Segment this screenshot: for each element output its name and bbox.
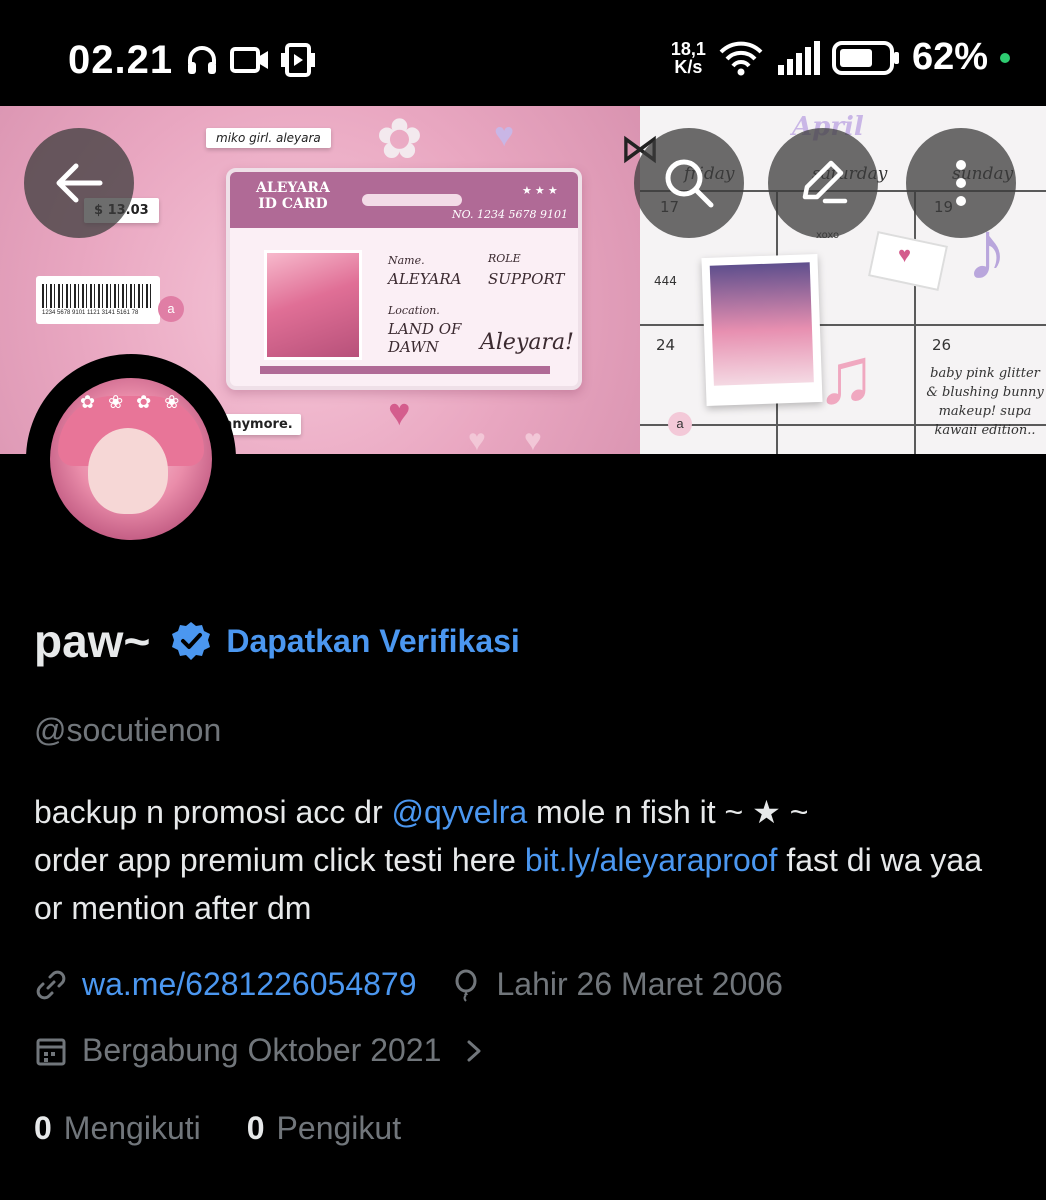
id-card-header: ALEYARA ID CARD ★ ★ ★ NO. 1234 5678 9101	[230, 172, 578, 228]
signal-icon	[777, 40, 820, 75]
followers-label: Pengikut	[276, 1110, 402, 1146]
heart-decoration: ♥	[898, 242, 912, 267]
screen-record-icon	[281, 43, 315, 77]
edit-icon	[802, 160, 848, 204]
id-role-value: SUPPORT	[488, 270, 565, 288]
more-options-button[interactable]	[906, 128, 1016, 238]
banner-a-mark: a	[158, 296, 184, 322]
following-count: 0	[34, 1110, 52, 1146]
bio-mention-link[interactable]: @qyvelra	[392, 794, 528, 830]
edit-button[interactable]	[768, 128, 878, 238]
id-card-photo	[264, 250, 362, 360]
search-button[interactable]	[634, 128, 744, 238]
video-camera-icon	[230, 47, 268, 73]
link-icon	[36, 970, 66, 999]
battery-icon	[831, 40, 899, 75]
id-card-bar	[260, 366, 550, 374]
profile-bio: backup n promosi acc dr @qyvelra mole n …	[34, 788, 1014, 932]
status-icons-right: 18,1 K/s 62%	[671, 36, 1010, 79]
calendar-grid-line	[640, 324, 1046, 326]
calendar-note: baby pink glitter & blushing bunny makeu…	[926, 366, 1044, 438]
verified-badge-icon[interactable]	[170, 620, 212, 662]
back-button[interactable]	[24, 128, 134, 238]
heart-decoration: ♥	[468, 424, 486, 454]
id-name-value: ALEYARA	[388, 270, 462, 288]
id-card-title-text: ALEYARA ID CARD	[256, 180, 330, 212]
battery-percent: 62%	[911, 36, 988, 78]
calendar-number: 26	[932, 336, 952, 354]
follow-stats: 0 Mengikuti 0 Pengikut	[34, 1110, 401, 1147]
calendar-number: 24	[656, 336, 676, 354]
id-location-label: Location.	[388, 304, 440, 317]
notification-dot	[1000, 52, 1010, 63]
network-speed: 18,1 K/s	[671, 40, 706, 76]
user-handle: @socutienon	[34, 712, 222, 748]
banner-polaroid	[701, 254, 823, 406]
calendar-number: 444	[654, 274, 677, 288]
calendar-grid-line	[914, 190, 916, 454]
get-verified-link[interactable]: Dapatkan Verifikasi	[226, 623, 519, 660]
status-bar: 02.21 18,1 K/s 62%	[0, 0, 1046, 106]
followers-count: 0	[246, 1110, 265, 1146]
id-card-title: ALEYARA ID CARD	[256, 180, 330, 212]
banner-barcode: 1234 5678 9101 1121 3141 5161 78	[36, 276, 160, 324]
calendar-a-mark: a	[668, 412, 692, 436]
headset-icon	[188, 46, 216, 74]
bio-text: backup n promosi acc dr	[34, 794, 392, 830]
bio-text: order app premium click testi here	[34, 842, 525, 878]
avatar-ring: ✿ ❀ ✿ ❀	[26, 354, 236, 564]
id-role-label: ROLE	[488, 252, 521, 265]
birthday-text: Lahir 26 Maret 2006	[496, 966, 783, 1002]
calendar-icon	[36, 1038, 66, 1065]
search-icon	[665, 159, 714, 208]
chevron-right-icon	[467, 1040, 481, 1061]
id-card: ALEYARA ID CARD ★ ★ ★ NO. 1234 5678 9101…	[226, 168, 582, 390]
clover-decoration: ✿	[376, 107, 423, 170]
id-signature: Aleyara!	[480, 330, 574, 355]
music-note-decoration: ♫	[816, 331, 876, 420]
network-speed-value: 18,1	[670, 38, 706, 59]
profile-name-row: paw~ Dapatkan Verifikasi	[34, 614, 520, 668]
profile-joined-row[interactable]: Bergabung Oktober 2021	[34, 1032, 489, 1069]
avatar[interactable]: ✿ ❀ ✿ ❀	[50, 378, 212, 540]
id-card-stars: ★ ★ ★	[522, 185, 558, 197]
display-name: paw~	[34, 615, 151, 667]
id-card-pill	[362, 194, 462, 206]
id-card-number: NO. 1234 5678 9101	[452, 208, 568, 221]
heart-decoration: ♥	[494, 116, 515, 154]
arrow-left-icon	[56, 163, 103, 203]
avatar-flowers: ✿ ❀ ✿ ❀	[80, 392, 184, 412]
bio-url-link[interactable]: bit.ly/aleyaraproof	[525, 842, 778, 878]
wifi-icon	[719, 41, 763, 75]
banner-tag-top: miko girl. aleyara	[206, 128, 331, 148]
bio-text: mole n fish it ~ ★ ~	[527, 794, 809, 830]
profile-meta-row: wa.me/6281226054879 Lahir 26 Maret 2006	[34, 966, 783, 1003]
network-speed-unit: K/s	[674, 56, 703, 77]
followers-stat[interactable]: 0 Pengikut	[247, 1110, 401, 1147]
barcode-digits: 1234 5678 9101 1121 3141 5161 78	[42, 310, 139, 316]
avatar-face	[88, 428, 168, 514]
heart-decoration: ♥	[388, 392, 411, 434]
heart-decoration: ♥	[524, 424, 542, 454]
following-label: Mengikuti	[63, 1110, 201, 1146]
joined-text: Bergabung Oktober 2021	[82, 1032, 442, 1068]
more-vertical-icon	[956, 160, 966, 206]
website-link[interactable]: wa.me/6281226054879	[82, 966, 417, 1003]
following-stat[interactable]: 0 Mengikuti	[34, 1110, 201, 1147]
birthday-balloon-icon	[455, 969, 476, 1002]
id-name-label: Name.	[388, 254, 425, 267]
id-location-value: LAND OF DAWN	[388, 320, 462, 356]
status-time: 02.21	[68, 38, 174, 82]
status-icons-left	[184, 42, 316, 78]
polaroid-image	[709, 262, 814, 386]
